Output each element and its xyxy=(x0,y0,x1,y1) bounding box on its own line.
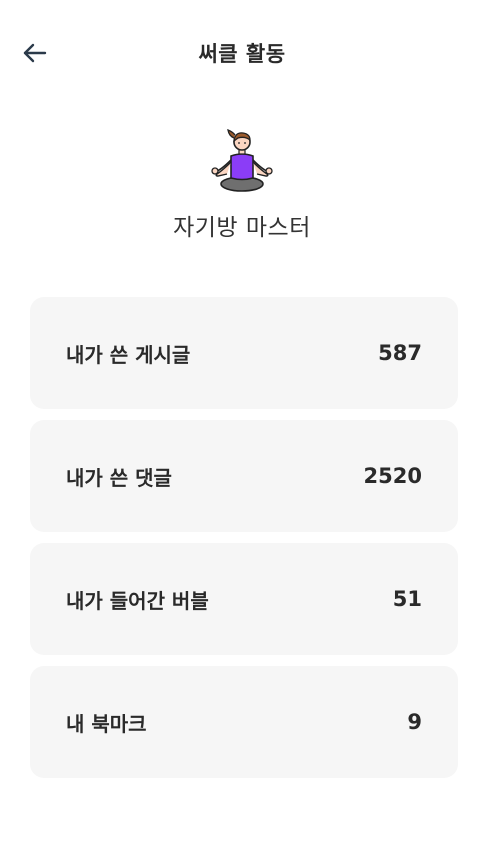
top-bar: 써클 활동 xyxy=(0,28,484,76)
stat-card-joined-bubbles[interactable]: 내가 들어간 버블 51 xyxy=(30,543,458,655)
stat-count: 2520 xyxy=(363,464,422,488)
stat-label: 내 북마크 xyxy=(66,711,147,736)
stat-label: 내가 들어간 버블 xyxy=(66,588,209,613)
stat-card-my-posts[interactable]: 내가 쓴 게시글 587 xyxy=(30,297,458,409)
circle-activity-screen: 써클 활동 자기방 마스터 내가 쓴 게시글 587 내가 쓴 댓글 2520 … xyxy=(0,0,484,860)
stat-card-my-comments[interactable]: 내가 쓴 댓글 2520 xyxy=(30,420,458,532)
stat-card-my-bookmarks[interactable]: 내 북마크 9 xyxy=(30,666,458,778)
stat-label: 내가 쓴 게시글 xyxy=(66,342,191,367)
stat-count: 9 xyxy=(407,710,422,734)
meditating-person-icon xyxy=(211,128,273,192)
activity-stats-list: 내가 쓴 게시글 587 내가 쓴 댓글 2520 내가 들어간 버블 51 내… xyxy=(30,297,458,789)
profile-section: 자기방 마스터 xyxy=(0,126,484,242)
profile-nickname: 자기방 마스터 xyxy=(173,215,311,241)
stat-label: 내가 쓴 댓글 xyxy=(66,465,172,490)
stat-count: 587 xyxy=(378,341,422,365)
page-title: 써클 활동 xyxy=(198,42,286,66)
stat-count: 51 xyxy=(392,587,422,611)
